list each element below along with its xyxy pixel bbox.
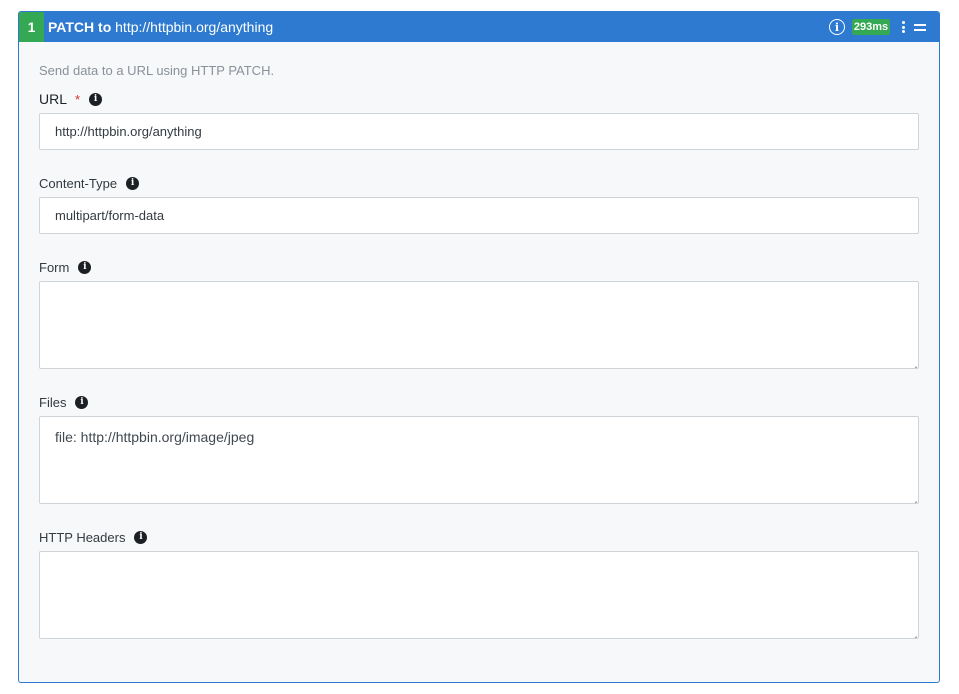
timing-badge: 293ms	[852, 19, 890, 35]
resize-grip-icon[interactable]	[908, 493, 917, 502]
files-info-icon[interactable]: i	[75, 395, 89, 409]
form-info-icon[interactable]: i	[78, 260, 92, 274]
form-label-row: Form i	[39, 259, 92, 275]
kebab-menu-icon[interactable]	[898, 20, 908, 34]
step-url: http://httpbin.org/anything	[115, 19, 274, 35]
files-textarea[interactable]: file: http://httpbin.org/image/jpeg	[39, 416, 919, 504]
http-headers-info-icon[interactable]: i	[134, 530, 148, 544]
required-marker: *	[75, 91, 81, 107]
url-label: URL	[39, 91, 68, 107]
files-value: file: http://httpbin.org/image/jpeg	[55, 429, 255, 445]
content-type-info-icon[interactable]: i	[126, 176, 140, 190]
content-type-label: Content-Type	[39, 175, 118, 191]
files-label-row: Files i	[39, 394, 89, 410]
drag-handle-icon[interactable]	[914, 22, 926, 32]
step-title: PATCH to http://httpbin.org/anything	[48, 12, 273, 42]
info-circle-icon[interactable]: i	[829, 19, 845, 35]
step-description: Send data to a URL using HTTP PATCH.	[39, 63, 275, 78]
resize-grip-icon[interactable]	[908, 628, 917, 637]
files-label: Files	[39, 394, 67, 410]
url-input[interactable]: http://httpbin.org/anything	[39, 113, 919, 150]
http-headers-textarea[interactable]	[39, 551, 919, 639]
step-header[interactable]: 1 PATCH to http://httpbin.org/anything i…	[19, 12, 939, 42]
form-label: Form	[39, 259, 70, 275]
content-type-label-row: Content-Type i	[39, 175, 140, 191]
step-number-badge: 1	[19, 12, 44, 42]
content-type-input[interactable]: multipart/form-data	[39, 197, 919, 234]
http-headers-label: HTTP Headers	[39, 529, 126, 545]
step-method-label: PATCH to	[48, 19, 112, 35]
url-info-icon[interactable]: i	[89, 92, 103, 106]
http-headers-label-row: HTTP Headers i	[39, 529, 148, 545]
url-label-row: URL * i	[39, 91, 103, 107]
resize-grip-icon[interactable]	[908, 358, 917, 367]
form-textarea[interactable]	[39, 281, 919, 369]
step-card: 1 PATCH to http://httpbin.org/anything i…	[18, 11, 940, 683]
